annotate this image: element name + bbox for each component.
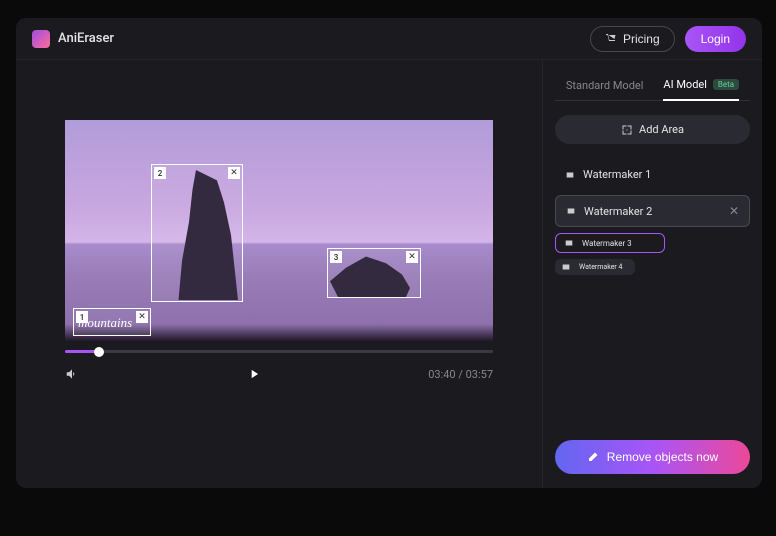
video-canvas[interactable]: 1 ✕ mountains 2 ✕ (65, 120, 493, 342)
layer-name: Watermaker 1 (583, 168, 651, 181)
watermark-text: mountains (78, 315, 132, 331)
timeline[interactable] (65, 350, 493, 353)
layer-icon (565, 170, 575, 180)
layer-icon (564, 238, 574, 248)
layer-item-selected[interactable]: Watermaker 2 ✕ (555, 195, 750, 227)
header-actions: Pricing Login (590, 26, 746, 52)
viewer-panel: 1 ✕ mountains 2 ✕ (16, 60, 542, 488)
eraser-icon (587, 451, 599, 463)
layer-list: Watermaker 1 Watermaker 2 ✕ Watermaker 3… (555, 160, 750, 275)
remove-objects-button[interactable]: Remove objects now (555, 440, 750, 474)
selection-close-icon[interactable]: ✕ (136, 311, 148, 323)
layer-name: Watermaker 2 (584, 205, 652, 218)
selection-box-1[interactable]: 1 ✕ mountains (73, 308, 151, 336)
resize-handle-icon[interactable] (235, 294, 243, 302)
sidebar-footer: Remove objects now (555, 440, 750, 474)
selection-close-icon[interactable]: ✕ (406, 251, 418, 263)
selection-close-icon[interactable]: ✕ (228, 167, 240, 179)
tab-ai-model[interactable]: AI Model Beta (663, 70, 739, 101)
header: AniEraser Pricing Login (16, 18, 762, 60)
layer-icon (566, 206, 576, 216)
layer-item-editing[interactable]: Watermaker 3 (555, 233, 665, 253)
layer-name: Watermaker 3 (582, 239, 632, 248)
remove-label: Remove objects now (607, 450, 718, 464)
sidebar: Standard Model AI Model Beta Add Area Wa… (542, 60, 762, 488)
brand-logo-icon (32, 30, 50, 48)
playhead-handle[interactable] (94, 347, 104, 357)
add-area-button[interactable]: Add Area (555, 115, 750, 144)
layer-name: Watermaker 4 (579, 263, 622, 271)
player-controls: 03:40 / 03:57 (65, 367, 493, 381)
add-area-icon (621, 124, 633, 136)
login-button[interactable]: Login (685, 26, 746, 52)
tab-label: Standard Model (566, 79, 644, 92)
resize-handle-icon[interactable] (413, 290, 421, 298)
play-icon[interactable] (247, 367, 261, 381)
tab-standard-model[interactable]: Standard Model (566, 70, 644, 100)
brand[interactable]: AniEraser (32, 30, 114, 48)
brand-name: AniEraser (58, 31, 114, 46)
selection-box-3[interactable]: 3 ✕ (327, 248, 421, 298)
login-label: Login (701, 32, 730, 46)
beta-badge: Beta (713, 79, 739, 90)
pricing-button[interactable]: Pricing (590, 26, 675, 52)
time-display: 03:40 / 03:57 (428, 368, 493, 381)
layer-item-small[interactable]: Watermaker 4 (555, 259, 635, 275)
cart-icon (605, 33, 617, 45)
selection-index-badge: 2 (154, 167, 166, 179)
model-tabs: Standard Model AI Model Beta (555, 70, 750, 101)
volume-icon[interactable] (65, 367, 79, 381)
main: 1 ✕ mountains 2 ✕ (16, 60, 762, 488)
pricing-label: Pricing (623, 32, 660, 46)
layer-item[interactable]: Watermaker 1 (555, 160, 750, 189)
add-area-label: Add Area (639, 123, 684, 136)
resize-handle-icon[interactable] (151, 294, 159, 302)
selection-box-2[interactable]: 2 ✕ (151, 164, 243, 302)
selection-index-badge: 3 (330, 251, 342, 263)
layer-icon (561, 262, 571, 272)
resize-handle-icon[interactable] (327, 290, 335, 298)
layer-close-icon[interactable]: ✕ (729, 204, 739, 218)
timeline-track[interactable] (65, 350, 493, 353)
app-window: AniEraser Pricing Login (16, 18, 762, 488)
resize-handle-icon[interactable] (143, 328, 151, 336)
tab-label: AI Model (663, 78, 706, 91)
